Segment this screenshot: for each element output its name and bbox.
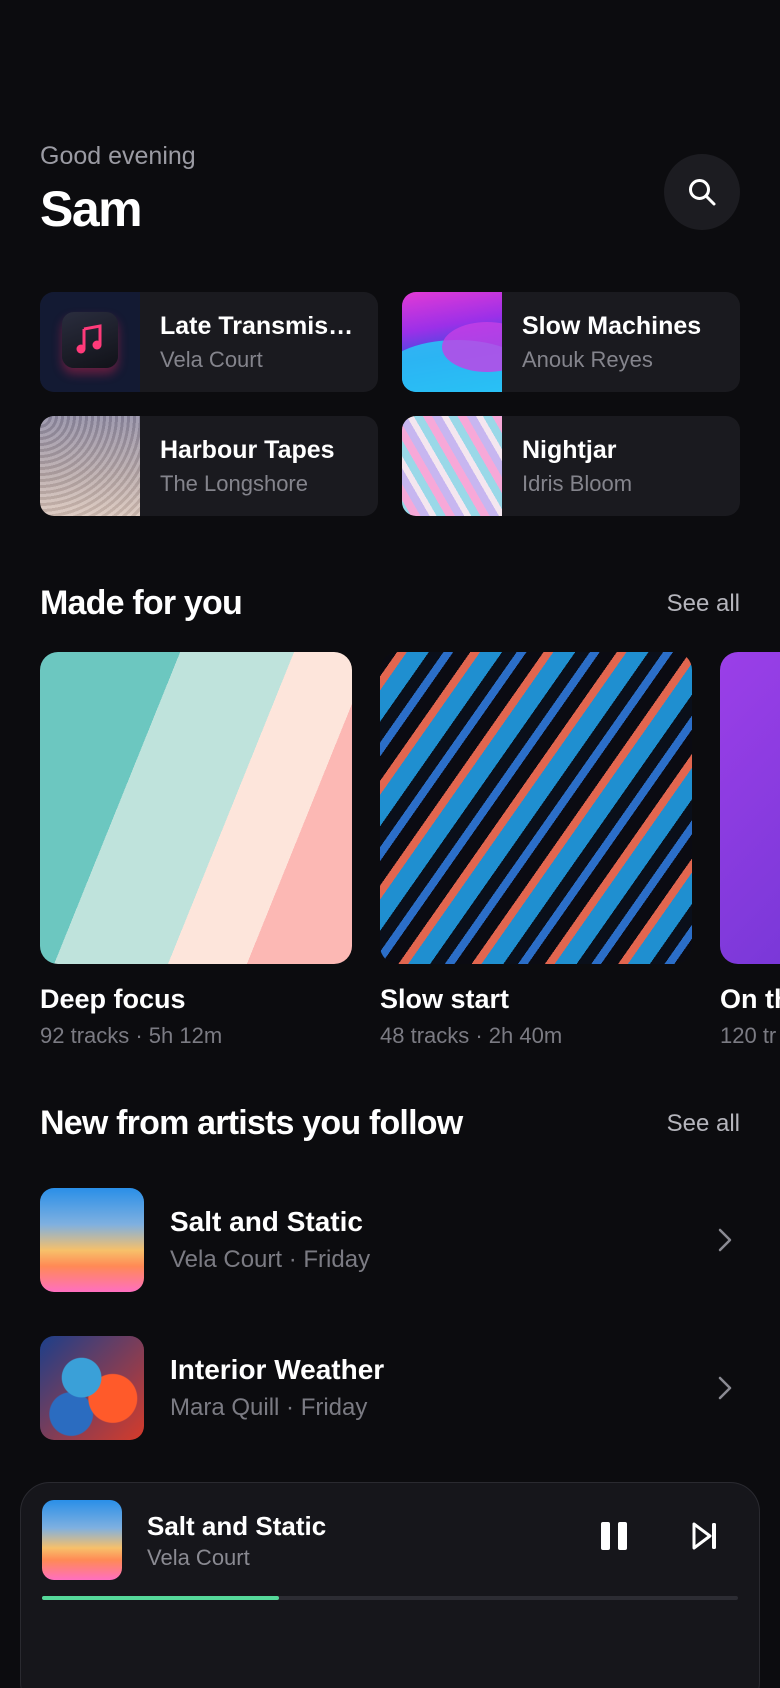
quick-pick-title: Nightjar bbox=[522, 435, 617, 464]
quick-pick-subtitle: The Longshore bbox=[160, 470, 308, 496]
mix-card[interactable]: Deep focus 92 tracks · 5h 12m bbox=[40, 652, 352, 1049]
mix-cover bbox=[380, 652, 692, 964]
quick-pick-card[interactable]: Late Transmissions Vela Court bbox=[40, 292, 378, 392]
mix-subtitle: 92 tracks · 5h 12m bbox=[40, 1023, 223, 1048]
pause-icon bbox=[601, 1522, 627, 1550]
see-all-link[interactable]: See all bbox=[667, 1110, 740, 1138]
quick-pick-subtitle: Idris Bloom bbox=[522, 470, 633, 496]
mix-title: Slow start bbox=[380, 984, 510, 1014]
playback-progress-track[interactable] bbox=[42, 1596, 738, 1600]
album-art bbox=[402, 292, 502, 392]
now-playing-bar[interactable]: Salt and Static Vela Court bbox=[20, 1482, 760, 1688]
quick-pick-title: Late Transmissions bbox=[160, 311, 366, 340]
greeting: Good evening bbox=[40, 142, 196, 170]
see-all-link[interactable]: See all bbox=[667, 590, 740, 618]
skip-next-button[interactable] bbox=[685, 1513, 725, 1559]
chevron-right-icon bbox=[710, 1368, 740, 1408]
quick-pick-title: Slow Machines bbox=[522, 311, 702, 340]
mix-cover bbox=[720, 652, 780, 964]
playback-progress-fill bbox=[42, 1596, 279, 1600]
release-title: Interior Weather bbox=[170, 1354, 385, 1385]
now-playing-art bbox=[42, 1500, 122, 1580]
now-playing-artist: Vela Court bbox=[147, 1545, 250, 1570]
release-subtitle: Mara Quill · Friday bbox=[170, 1394, 368, 1421]
quick-pick-card[interactable]: Harbour Tapes The Longshore bbox=[40, 416, 378, 516]
mix-subtitle: 120 tr bbox=[720, 1023, 777, 1048]
release-art bbox=[40, 1336, 144, 1440]
release-row[interactable]: Interior Weather Mara Quill · Friday bbox=[40, 1336, 740, 1440]
made-for-you-row: Deep focus 92 tracks · 5h 12m Slow start… bbox=[40, 652, 780, 1052]
quick-pick-subtitle: Vela Court bbox=[160, 346, 263, 372]
skip-next-icon bbox=[692, 1522, 716, 1550]
quick-pick-card[interactable]: Slow Machines Anouk Reyes bbox=[402, 292, 740, 392]
album-art bbox=[40, 292, 140, 392]
mix-title: Deep focus bbox=[40, 984, 186, 1014]
mix-card[interactable]: On the 120 tr bbox=[720, 652, 780, 1049]
release-art bbox=[40, 1188, 144, 1292]
release-row[interactable]: Salt and Static Vela Court · Friday bbox=[40, 1188, 740, 1292]
pause-button[interactable] bbox=[594, 1513, 634, 1559]
chevron-right-icon bbox=[710, 1220, 740, 1260]
release-subtitle: Vela Court · Friday bbox=[170, 1246, 371, 1273]
section-title-made-for-you: Made for you bbox=[40, 584, 243, 622]
user-name: Sam bbox=[40, 181, 143, 237]
mix-title: On the bbox=[720, 984, 780, 1014]
release-title: Salt and Static bbox=[170, 1206, 363, 1237]
mix-card[interactable]: Slow start 48 tracks · 2h 40m bbox=[380, 652, 692, 1049]
quick-pick-title: Harbour Tapes bbox=[160, 435, 335, 464]
quick-pick-subtitle: Anouk Reyes bbox=[522, 346, 653, 372]
quick-picks-grid: Late Transmissions Vela Court Slow Machi… bbox=[40, 292, 740, 516]
now-playing-title: Salt and Static bbox=[147, 1511, 327, 1541]
section-title-new-releases: New from artists you follow bbox=[40, 1104, 463, 1142]
search-icon bbox=[689, 179, 716, 206]
album-art bbox=[402, 416, 502, 516]
search-button[interactable] bbox=[664, 154, 740, 230]
mix-subtitle: 48 tracks · 2h 40m bbox=[380, 1023, 563, 1048]
music-app-icon bbox=[62, 312, 118, 368]
album-art bbox=[40, 416, 140, 516]
mix-cover bbox=[40, 652, 352, 964]
quick-pick-card[interactable]: Nightjar Idris Bloom bbox=[402, 416, 740, 516]
